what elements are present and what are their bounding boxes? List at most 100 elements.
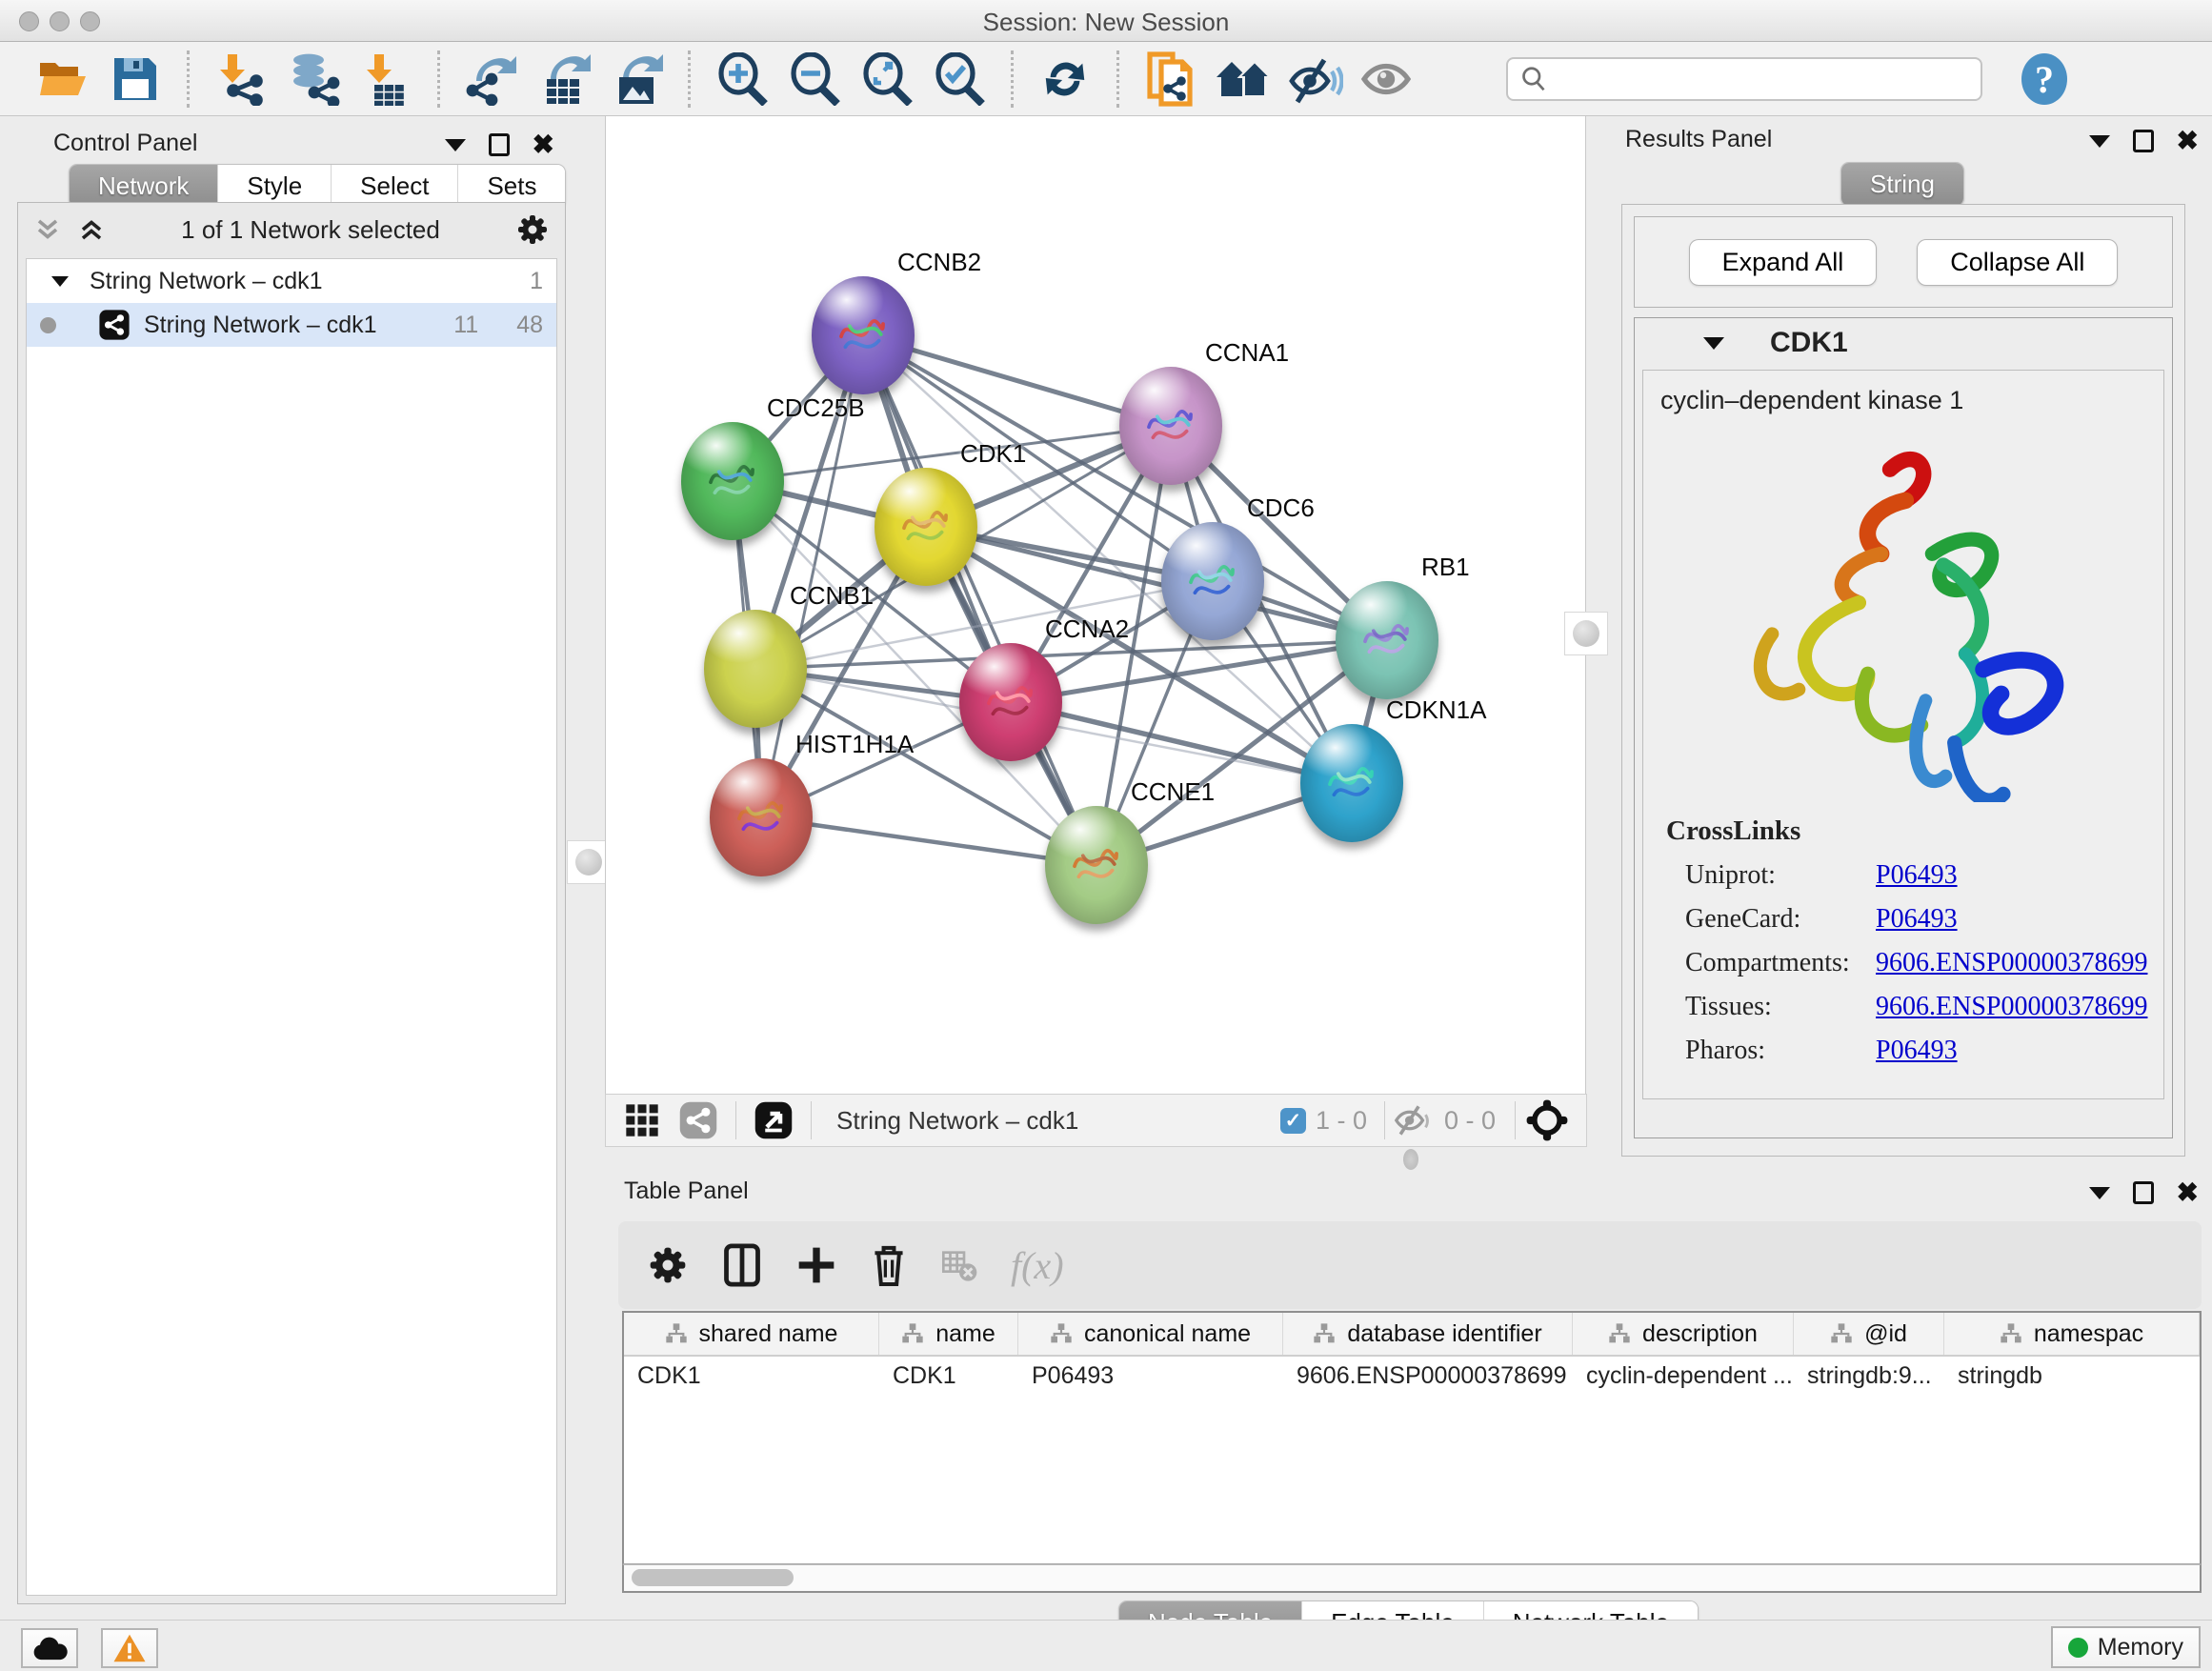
current-network-dot-icon	[40, 317, 56, 333]
birdseye-crosshair-icon[interactable]	[1525, 1098, 1569, 1142]
column-header--id[interactable]: @id	[1794, 1313, 1944, 1355]
tab-string[interactable]: String	[1841, 163, 1963, 206]
show-columns-icon[interactable]	[721, 1242, 763, 1288]
expand-all-icon[interactable]	[77, 215, 106, 244]
create-column-plus-icon[interactable]	[795, 1242, 837, 1288]
section-expander-icon[interactable]	[1703, 337, 1724, 350]
selected-nodes-checkbox[interactable]: ✓	[1280, 1108, 1306, 1134]
open-session-button[interactable]	[33, 50, 92, 109]
memory-button[interactable]: Memory	[2051, 1626, 2201, 1668]
collection-count: 1	[530, 268, 543, 295]
import-network-button[interactable]	[211, 50, 271, 109]
collapse-all-icon[interactable]	[33, 215, 62, 244]
collapse-all-button[interactable]: Collapse All	[1917, 239, 2118, 286]
show-panel-button[interactable]	[1358, 50, 1418, 109]
network-node-cdk1[interactable]	[875, 468, 977, 586]
zoom-fit-button[interactable]	[857, 50, 916, 109]
zoom-in-button[interactable]	[713, 50, 772, 109]
import-network-icon	[214, 52, 268, 106]
table-cell[interactable]: stringdb:9...	[1794, 1357, 1944, 1399]
network-view-title: String Network – cdk1	[836, 1106, 1078, 1136]
grid-view-icon[interactable]	[623, 1101, 661, 1139]
export-image-button[interactable]	[607, 50, 666, 109]
network-node-cdc25b[interactable]	[681, 422, 784, 540]
table-cell[interactable]: stringdb	[1944, 1357, 2200, 1399]
network-row[interactable]: String Network – cdk1 11 48	[27, 303, 556, 347]
search-input[interactable]	[1558, 66, 1969, 92]
scrollbar-thumb[interactable]	[632, 1569, 794, 1586]
warnings-button[interactable]	[101, 1628, 158, 1668]
network-edge[interactable]	[863, 335, 1096, 865]
panel-menu-icon[interactable]	[445, 139, 466, 151]
eye-icon	[1360, 54, 1416, 104]
table-horizontal-scrollbar[interactable]	[622, 1564, 2202, 1593]
delete-column-trash-icon[interactable]	[870, 1242, 908, 1288]
crosslink-link[interactable]: P06493	[1876, 1036, 1958, 1066]
network-node-ccna1[interactable]	[1119, 367, 1222, 485]
network-node-ccnb2[interactable]	[812, 276, 915, 394]
crosslink-link[interactable]: 9606.ENSP00000378699	[1876, 948, 2147, 978]
column-header-canonical-name[interactable]: canonical name	[1018, 1313, 1283, 1355]
save-session-button[interactable]	[106, 50, 165, 109]
network-node-rb1[interactable]	[1336, 581, 1438, 699]
table-options-gear-icon[interactable]	[647, 1244, 689, 1286]
network-node-ccna2[interactable]	[959, 643, 1062, 761]
cloud-status-button[interactable]	[21, 1628, 78, 1668]
export-network-button[interactable]	[462, 50, 521, 109]
network-node-hist1h1a[interactable]	[710, 758, 813, 876]
panel-menu-icon[interactable]	[2089, 1187, 2110, 1199]
table-cell[interactable]: 9606.ENSP00000378699	[1283, 1357, 1573, 1399]
hidden-eye-slash-icon[interactable]	[1393, 1102, 1435, 1138]
control-panel-title: Control Panel	[53, 130, 197, 157]
network-share-view-icon[interactable]	[678, 1100, 718, 1140]
float-panel-icon[interactable]	[2133, 130, 2154, 152]
network-options-gear-icon[interactable]	[515, 212, 550, 247]
toolbar-separator	[735, 1101, 736, 1139]
table-cell[interactable]: cyclin-dependent ...	[1573, 1357, 1794, 1399]
table-cell[interactable]: CDK1	[879, 1357, 1018, 1399]
column-header-database-identifier[interactable]: database identifier	[1283, 1313, 1573, 1355]
network-canvas[interactable]: CCNB2CCNA1CDC25BCDK1CDC6RB1CCNB1CCNA2CDK…	[605, 116, 1586, 1094]
network-node-ccne1[interactable]	[1045, 806, 1148, 924]
protein-section-header[interactable]: CDK1	[1635, 318, 2172, 368]
close-panel-icon[interactable]: ✖	[2177, 1181, 2199, 1204]
splitter-grip[interactable]	[1403, 1149, 1418, 1170]
column-header-namespac[interactable]: namespac	[1944, 1313, 2200, 1355]
crosslink-row: Pharos:P06493	[1685, 1036, 2163, 1066]
network-node-ccnb1[interactable]	[704, 610, 807, 728]
close-panel-icon[interactable]: ✖	[2177, 130, 2199, 152]
zoom-out-button[interactable]	[785, 50, 844, 109]
help-button[interactable]: ?	[2015, 50, 2074, 109]
column-header-label: namespac	[2034, 1320, 2143, 1348]
import-table-button[interactable]	[356, 50, 415, 109]
expand-all-button[interactable]: Expand All	[1689, 239, 1878, 286]
open-folder-icon	[36, 55, 90, 103]
column-header-description[interactable]: description	[1573, 1313, 1794, 1355]
network-node-cdkn1a[interactable]	[1300, 724, 1403, 842]
close-panel-icon[interactable]: ✖	[533, 133, 554, 156]
refresh-button[interactable]	[1036, 50, 1095, 109]
network-collection-row[interactable]: String Network – cdk1 1	[27, 259, 556, 303]
network-from-database-button[interactable]	[284, 50, 343, 109]
column-header-name[interactable]: name	[879, 1313, 1018, 1355]
tree-expander-icon[interactable]	[51, 276, 69, 287]
float-panel-icon[interactable]	[489, 133, 510, 156]
crosslink-link[interactable]: P06493	[1876, 860, 1958, 891]
clone-network-button[interactable]	[1141, 50, 1200, 109]
table-cell[interactable]: CDK1	[624, 1357, 879, 1399]
float-panel-icon[interactable]	[2133, 1181, 2154, 1204]
table-row[interactable]: CDK1CDK1P064939606.ENSP00000378699cyclin…	[624, 1357, 2200, 1399]
panel-menu-icon[interactable]	[2089, 135, 2110, 148]
home-view-button[interactable]	[1214, 50, 1273, 109]
crosslink-link[interactable]: 9606.ENSP00000378699	[1876, 992, 2147, 1022]
network-node-cdc6[interactable]	[1161, 522, 1264, 640]
zoom-selected-button[interactable]	[930, 50, 989, 109]
toolbar-separator	[1515, 1101, 1516, 1139]
function-builder-icon-disabled: f(x)	[1011, 1243, 1064, 1288]
crosslink-link[interactable]: P06493	[1876, 904, 1958, 935]
column-header-shared-name[interactable]: shared name	[624, 1313, 879, 1355]
table-cell[interactable]: P06493	[1018, 1357, 1283, 1399]
hide-panel-button[interactable]	[1286, 50, 1345, 109]
export-table-button[interactable]	[534, 50, 593, 109]
open-in-window-icon[interactable]	[754, 1100, 794, 1140]
